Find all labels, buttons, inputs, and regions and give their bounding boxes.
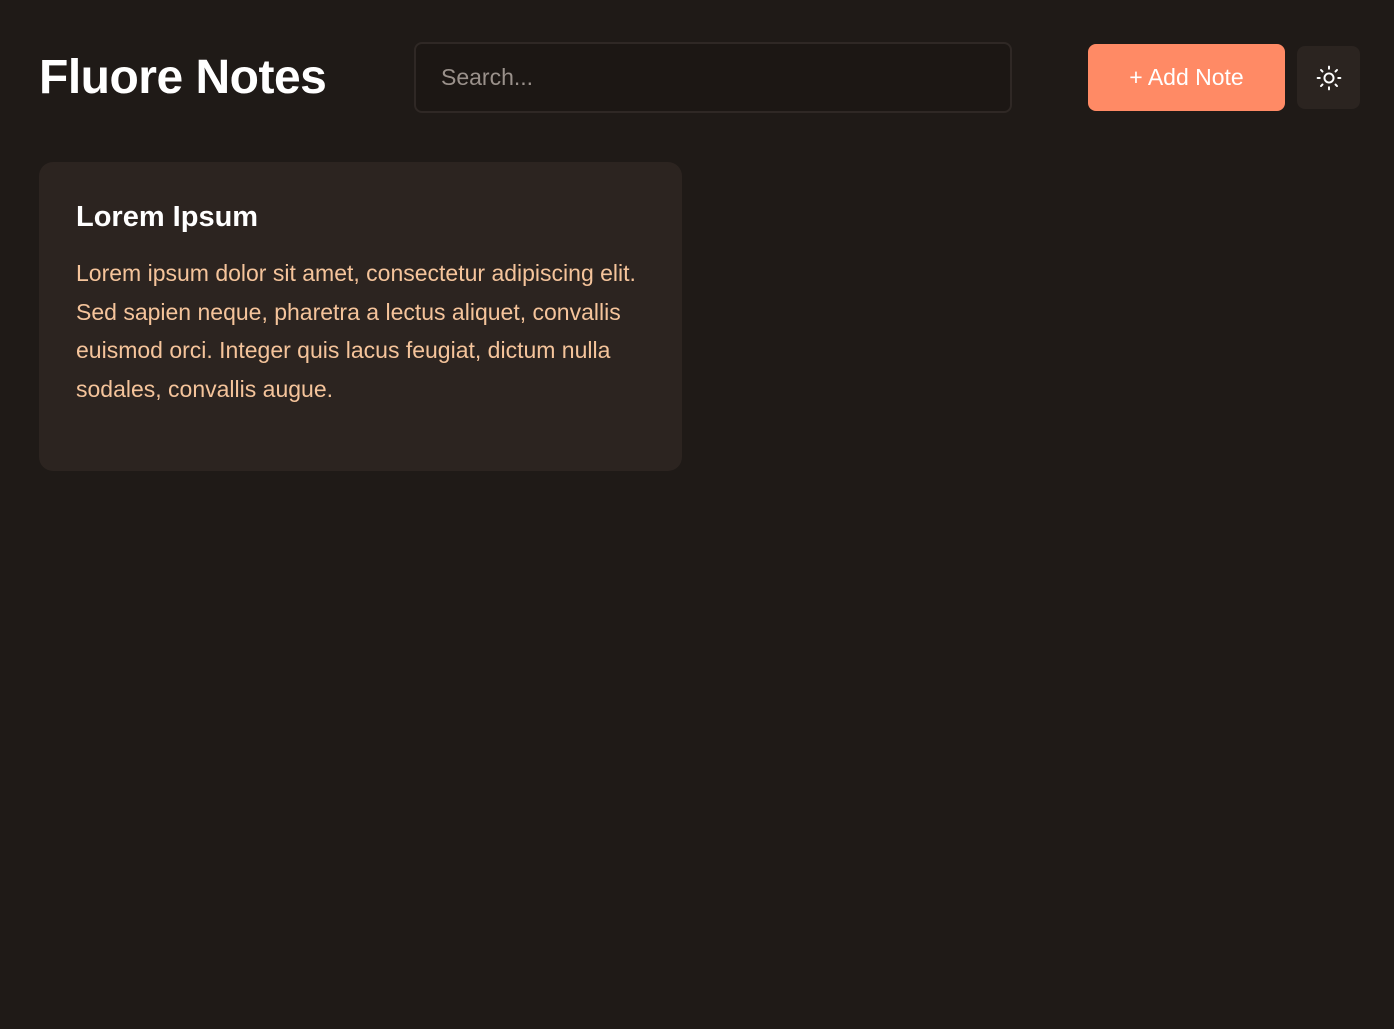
note-body: Lorem ipsum dolor sit amet, consectetur …	[76, 260, 636, 402]
note-title: Lorem Ipsum	[76, 201, 259, 233]
app-title: Fluore Notes	[39, 51, 327, 104]
note-card[interactable]: Lorem Ipsum Lorem ipsum dolor sit amet, …	[39, 162, 682, 471]
sun-icon	[1316, 65, 1341, 90]
search-input[interactable]	[414, 42, 1012, 113]
app-header: Fluore Notes + Add Note	[0, 0, 1394, 160]
add-note-button[interactable]: + Add Note	[1088, 44, 1285, 111]
notes-grid: Lorem Ipsum Lorem ipsum dolor sit amet, …	[39, 162, 682, 471]
app-root: Fluore Notes + Add Note Lorem Ipsum Lore…	[0, 0, 1394, 1029]
theme-toggle-button[interactable]	[1297, 46, 1360, 109]
